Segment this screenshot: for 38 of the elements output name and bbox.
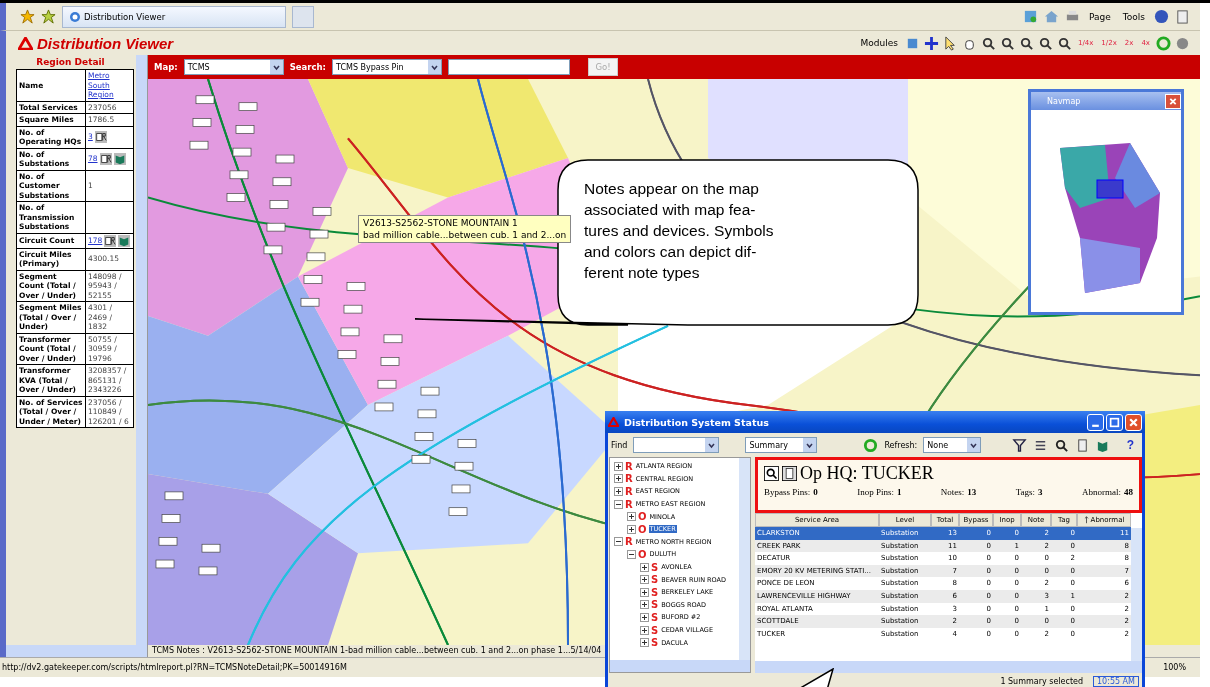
stat-value: 13 (967, 487, 977, 497)
search-label: Search: (289, 62, 326, 72)
node-type-label: R (625, 536, 633, 548)
summary-title: Op HQ: TUCKER (800, 463, 934, 484)
node-type-label: S (651, 574, 659, 586)
node-type-label: O (638, 523, 647, 535)
stat-value: 48 (1123, 487, 1133, 497)
node-type-label: R (625, 486, 633, 497)
window-title: Distribution System Status (624, 416, 769, 428)
note-tooltip: V2613-S2562-STONE MOUNTAIN 1 bad million cable...between cub. 1 and 2...on (358, 215, 572, 243)
node-type-label: S (651, 599, 659, 611)
stat-label: Abnormal: (1081, 487, 1121, 497)
stat-label: Bypass Pins: (764, 487, 811, 497)
node-type-label: R (625, 498, 633, 510)
app-title: Distribution Viewer (37, 34, 174, 52)
clock: 10:55 AM (1093, 676, 1139, 687)
node-type-label: R (625, 473, 633, 485)
callout-text: Notes appear on the map associated with map fea- tures and devices. Symbols and colors can depict dif- ferent note types (584, 179, 775, 283)
map-label: Map: (154, 62, 178, 72)
node-type-label: S (651, 586, 659, 598)
stat-label: Inop Pins: (857, 487, 894, 497)
stat-label: Notes: (940, 487, 965, 497)
selection-status: 1 Summary selected (1000, 677, 1083, 686)
stat-value: 3 (1038, 487, 1043, 497)
window-title: Navmap (1047, 96, 1081, 106)
node-type-label: O (638, 511, 647, 523)
node-type-label: S (651, 624, 659, 636)
node-type-label: S (651, 561, 659, 573)
status-url: http://dv2.gatekeeper.com/scripts/htmlreport.pl?RN=TCMSNoteDetail;PK=50014916M (2, 663, 347, 672)
refresh-label: Refresh: (884, 440, 918, 450)
node-type-label: S (651, 611, 659, 623)
stat-value: 0 (813, 487, 818, 497)
node-type-label: R (625, 460, 633, 472)
find-label: Find (611, 440, 628, 450)
node-type-label: O (638, 548, 647, 560)
stat-value: 1 (896, 487, 902, 497)
stat-label: Tags: (1015, 487, 1036, 497)
panel-title: Region Detail (35, 56, 106, 69)
